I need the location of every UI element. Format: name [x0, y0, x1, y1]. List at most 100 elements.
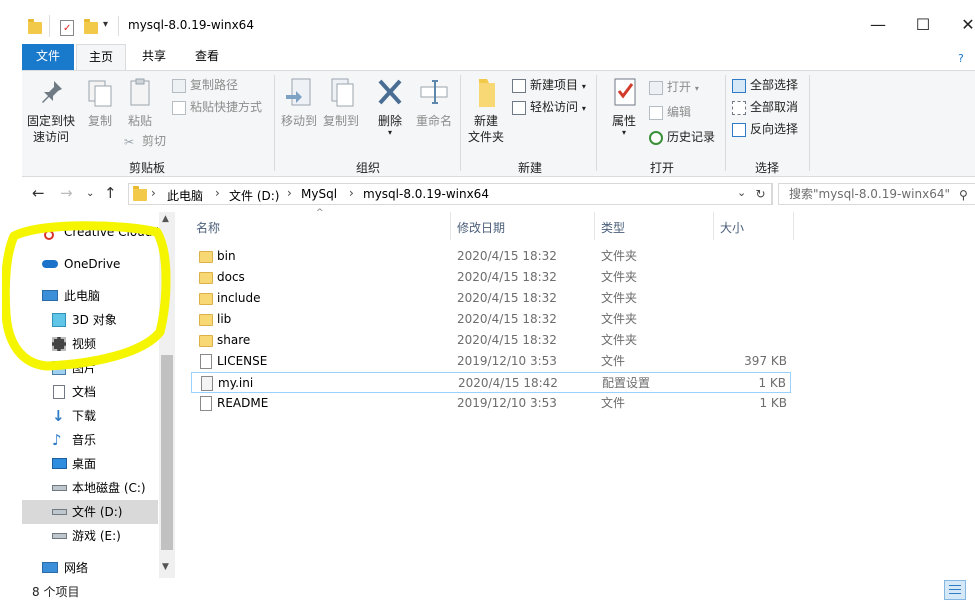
creative-cloud-icon: [44, 230, 54, 240]
crumb-separator[interactable]: ›: [287, 186, 292, 200]
nav-item-this-pc[interactable]: 此电脑: [22, 284, 158, 308]
nav-item-creative-cloud[interactable]: Creative Cloud F: [22, 220, 158, 244]
recent-locations-icon[interactable]: ⌄: [86, 188, 94, 199]
edit-button[interactable]: 编辑: [649, 102, 691, 122]
table-row[interactable]: docs 2020/4/15 18:32 文件夹: [191, 267, 791, 288]
table-row[interactable]: bin 2020/4/15 18:32 文件夹: [191, 246, 791, 267]
file-type: 文件: [601, 354, 626, 368]
copy-to-button[interactable]: 复制到: [320, 75, 362, 129]
easy-access-button[interactable]: 轻松访问 ▾: [512, 97, 586, 117]
tab-file[interactable]: 文件: [22, 44, 74, 70]
address-bar[interactable]: › 此电脑 › 文件 (D:) › MySql › mysql-8.0.19-w…: [128, 183, 772, 205]
scroll-down-icon[interactable]: ▼: [162, 562, 169, 572]
column-header-size[interactable]: 大小: [720, 219, 744, 236]
nav-item-videos[interactable]: 视频: [22, 332, 158, 356]
new-item-button[interactable]: 新建项目 ▾: [512, 75, 586, 95]
column-header-date[interactable]: 修改日期: [457, 219, 505, 236]
scroll-up-icon[interactable]: ▲: [162, 214, 169, 224]
nav-item-3d-objects[interactable]: 3D 对象: [22, 308, 158, 332]
column-divider[interactable]: [594, 212, 595, 240]
tab-home[interactable]: 主页: [76, 44, 126, 70]
table-row[interactable]: LICENSE 2019/12/10 3:53 文件 397 KB: [191, 351, 791, 372]
rename-button[interactable]: 重命名: [412, 75, 456, 129]
properties-dropdown-icon[interactable]: ▾: [602, 129, 646, 137]
new-folder-button[interactable]: 新建 文件夹: [464, 75, 508, 145]
history-button[interactable]: 历史记录: [649, 127, 715, 147]
move-to-icon: [286, 78, 311, 106]
nav-item-desktop[interactable]: 桌面: [22, 452, 158, 476]
table-row[interactable]: my.ini 2020/4/15 18:42 配置设置 1 KB: [191, 372, 791, 393]
file-date: 2019/12/10 3:53: [457, 396, 557, 410]
select-none-icon: [732, 100, 746, 115]
column-header-name[interactable]: 名称: [196, 219, 220, 236]
back-arrow-icon[interactable]: ←: [32, 184, 45, 202]
crumb-this-pc[interactable]: 此电脑: [167, 187, 203, 204]
delete-dropdown-icon[interactable]: ▾: [368, 129, 412, 137]
forward-arrow-icon[interactable]: →: [60, 184, 73, 202]
cut-button[interactable]: ✂ 剪切: [124, 131, 166, 151]
up-arrow-icon[interactable]: ↑: [104, 184, 117, 202]
clipboard-group-label: 剪贴板: [128, 161, 165, 175]
nav-item-documents[interactable]: 文档: [22, 380, 158, 404]
nav-item-drive-c[interactable]: 本地磁盘 (C:): [22, 476, 158, 500]
select-none-button[interactable]: 全部取消: [732, 97, 798, 117]
refresh-button[interactable]: ↻: [749, 183, 773, 205]
properties-quick-icon[interactable]: ✓: [60, 20, 74, 36]
table-row[interactable]: include 2020/4/15 18:32 文件夹: [191, 288, 791, 309]
column-divider[interactable]: [713, 212, 714, 240]
file-name: docs: [217, 270, 245, 284]
crumb-separator[interactable]: ›: [215, 186, 220, 200]
copy-button[interactable]: 复制: [80, 75, 120, 129]
properties-button[interactable]: 属性 ▾: [602, 75, 646, 137]
organize-group-label: 组织: [355, 161, 380, 175]
drive-icon: [52, 509, 67, 515]
help-icon[interactable]: ?: [958, 52, 964, 65]
minimize-button[interactable]: —: [858, 12, 898, 38]
invert-selection-button[interactable]: 反向选择: [732, 119, 798, 139]
group-divider: [809, 75, 810, 171]
customize-quick-access-icon[interactable]: ▾: [103, 19, 108, 30]
select-all-button[interactable]: 全部选择: [732, 75, 798, 95]
tab-share[interactable]: 共享: [130, 44, 178, 70]
crumb-current[interactable]: mysql-8.0.19-winx64: [363, 187, 489, 201]
file-name: README: [217, 396, 269, 410]
pin-quick-access-button[interactable]: 固定到快 速访问: [24, 75, 78, 145]
nav-item-onedrive[interactable]: OneDrive: [22, 252, 158, 276]
nav-item-network[interactable]: 网络: [22, 556, 158, 578]
delete-button[interactable]: 删除 ▾: [368, 75, 412, 137]
tab-view[interactable]: 查看: [184, 44, 230, 70]
open-button[interactable]: 打开 ▾: [649, 77, 699, 97]
move-to-button[interactable]: 移动到: [278, 75, 320, 129]
column-divider[interactable]: [793, 212, 794, 240]
details-view-button[interactable]: [944, 580, 966, 600]
paste-button[interactable]: 粘贴: [120, 75, 160, 129]
paste-shortcut-button[interactable]: 粘贴快捷方式: [172, 97, 262, 117]
crumb-drive-d[interactable]: 文件 (D:): [229, 187, 279, 204]
nav-item-downloads[interactable]: ↓ 下载: [22, 404, 158, 428]
nav-item-music[interactable]: ♪ 音乐: [22, 428, 158, 452]
close-button[interactable]: ✕: [948, 12, 975, 38]
new-folder-quick-icon[interactable]: [84, 19, 98, 34]
open-group-label: 打开: [649, 161, 674, 175]
divider: [118, 16, 119, 36]
crumb-separator[interactable]: ›: [151, 186, 156, 200]
nav-scrollbar-thumb[interactable]: [161, 355, 173, 550]
column-divider[interactable]: [450, 212, 451, 240]
table-row[interactable]: lib 2020/4/15 18:32 文件夹: [191, 309, 791, 330]
address-dropdown-icon[interactable]: ⌄: [737, 186, 746, 199]
crumb-mysql[interactable]: MySql: [301, 187, 337, 201]
search-input[interactable]: 搜索"mysql-8.0.19-winx64" ⚲: [778, 183, 975, 205]
column-header-type[interactable]: 类型: [601, 219, 625, 236]
copy-path-button[interactable]: 复制路径: [172, 75, 238, 95]
nav-item-drive-e[interactable]: 游戏 (E:): [22, 524, 158, 548]
chevron-down-icon: ▾: [581, 104, 586, 113]
table-row[interactable]: README 2019/12/10 3:53 文件 1 KB: [191, 393, 791, 414]
crumb-separator[interactable]: ›: [349, 186, 354, 200]
table-row[interactable]: share 2020/4/15 18:32 文件夹: [191, 330, 791, 351]
easy-access-label: 轻松访问: [530, 100, 579, 114]
edit-icon: [649, 105, 663, 120]
maximize-button[interactable]: ☐: [903, 12, 943, 38]
paste-shortcut-icon: [172, 100, 186, 115]
nav-item-drive-d[interactable]: 文件 (D:): [22, 500, 158, 524]
nav-item-pictures[interactable]: 图片: [22, 356, 158, 380]
